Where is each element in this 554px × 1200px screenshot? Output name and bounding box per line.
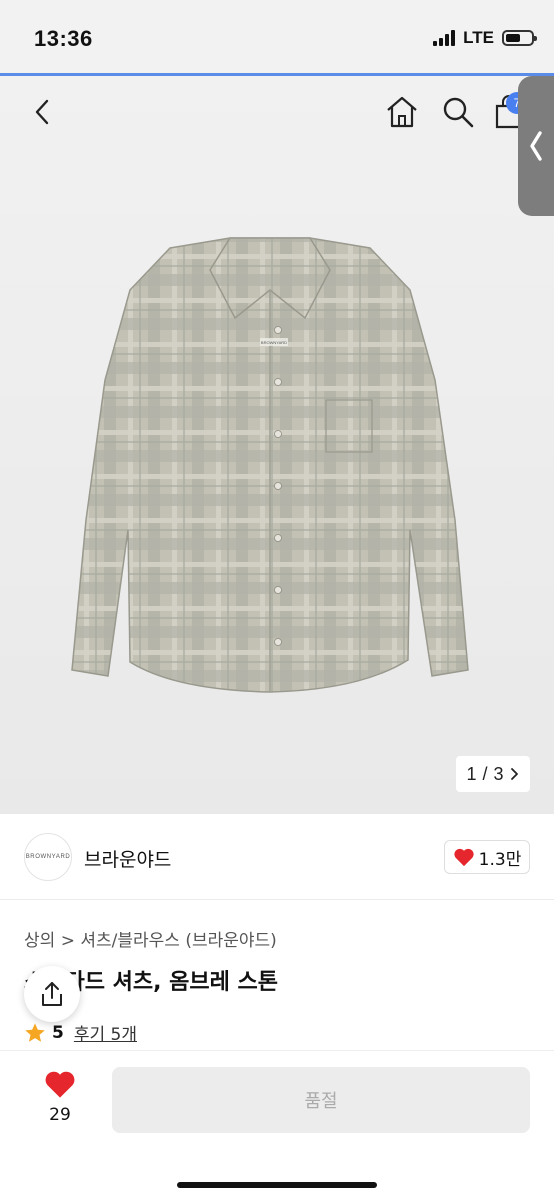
shirt-label-text: BROWNYARD	[261, 340, 287, 345]
brand-like-button[interactable]: 1.3만	[444, 840, 530, 874]
wish-button[interactable]: 29	[38, 1069, 82, 1125]
home-indicator	[177, 1182, 377, 1188]
brand-name[interactable]: 브라운야드	[84, 845, 171, 872]
brand-row[interactable]: BROWNYARD 브라운야드 1.3만	[0, 814, 554, 900]
back-icon[interactable]	[28, 96, 56, 128]
breadcrumb-subcategory[interactable]: 셔츠/블라우스 (브라운야드)	[80, 931, 276, 951]
battery-icon	[502, 30, 537, 46]
brand-logo[interactable]: BROWNYARD	[24, 833, 72, 881]
pager-separator: /	[482, 763, 488, 784]
rating-row: 5 후기 5개	[24, 1020, 137, 1045]
image-pager[interactable]: 1 / 3	[456, 756, 530, 792]
breadcrumb: 상의 > 셔츠/블라우스 (브라운야드)	[24, 926, 277, 951]
signal-icon	[433, 30, 456, 46]
breadcrumb-separator: >	[60, 931, 75, 951]
wish-count: 29	[49, 1105, 71, 1125]
product-image-shirt: BROWNYARD	[71, 237, 469, 693]
heart-icon	[454, 848, 474, 867]
network-label: LTE	[463, 28, 494, 47]
status-time: 13:36	[34, 26, 93, 51]
status-indicators: LTE	[433, 28, 537, 48]
share-button[interactable]	[24, 966, 80, 1022]
chevron-right-icon	[510, 768, 518, 780]
review-link[interactable]: 후기 5개	[74, 1020, 137, 1045]
product-image-gallery[interactable]: 7 BROWNYARD 1 / 3	[0, 76, 554, 814]
heart-icon	[45, 1071, 75, 1098]
star-icon	[25, 1022, 45, 1042]
status-bar: 13:36 LTE	[0, 0, 554, 76]
brand-like-count: 1.3만	[478, 849, 522, 870]
sold-out-button[interactable]: 품절	[112, 1067, 530, 1133]
rating-score: 5	[52, 1022, 64, 1043]
bottom-action-bar: 29 품절	[0, 1050, 554, 1200]
breadcrumb-category[interactable]: 상의	[24, 931, 55, 951]
pager-total: 3	[493, 763, 504, 784]
side-panel-tab[interactable]	[518, 76, 554, 216]
share-icon	[42, 982, 62, 1006]
search-icon[interactable]	[440, 94, 476, 130]
home-icon[interactable]	[384, 94, 420, 130]
pager-current: 1	[466, 763, 477, 784]
chevron-left-icon	[530, 131, 542, 161]
